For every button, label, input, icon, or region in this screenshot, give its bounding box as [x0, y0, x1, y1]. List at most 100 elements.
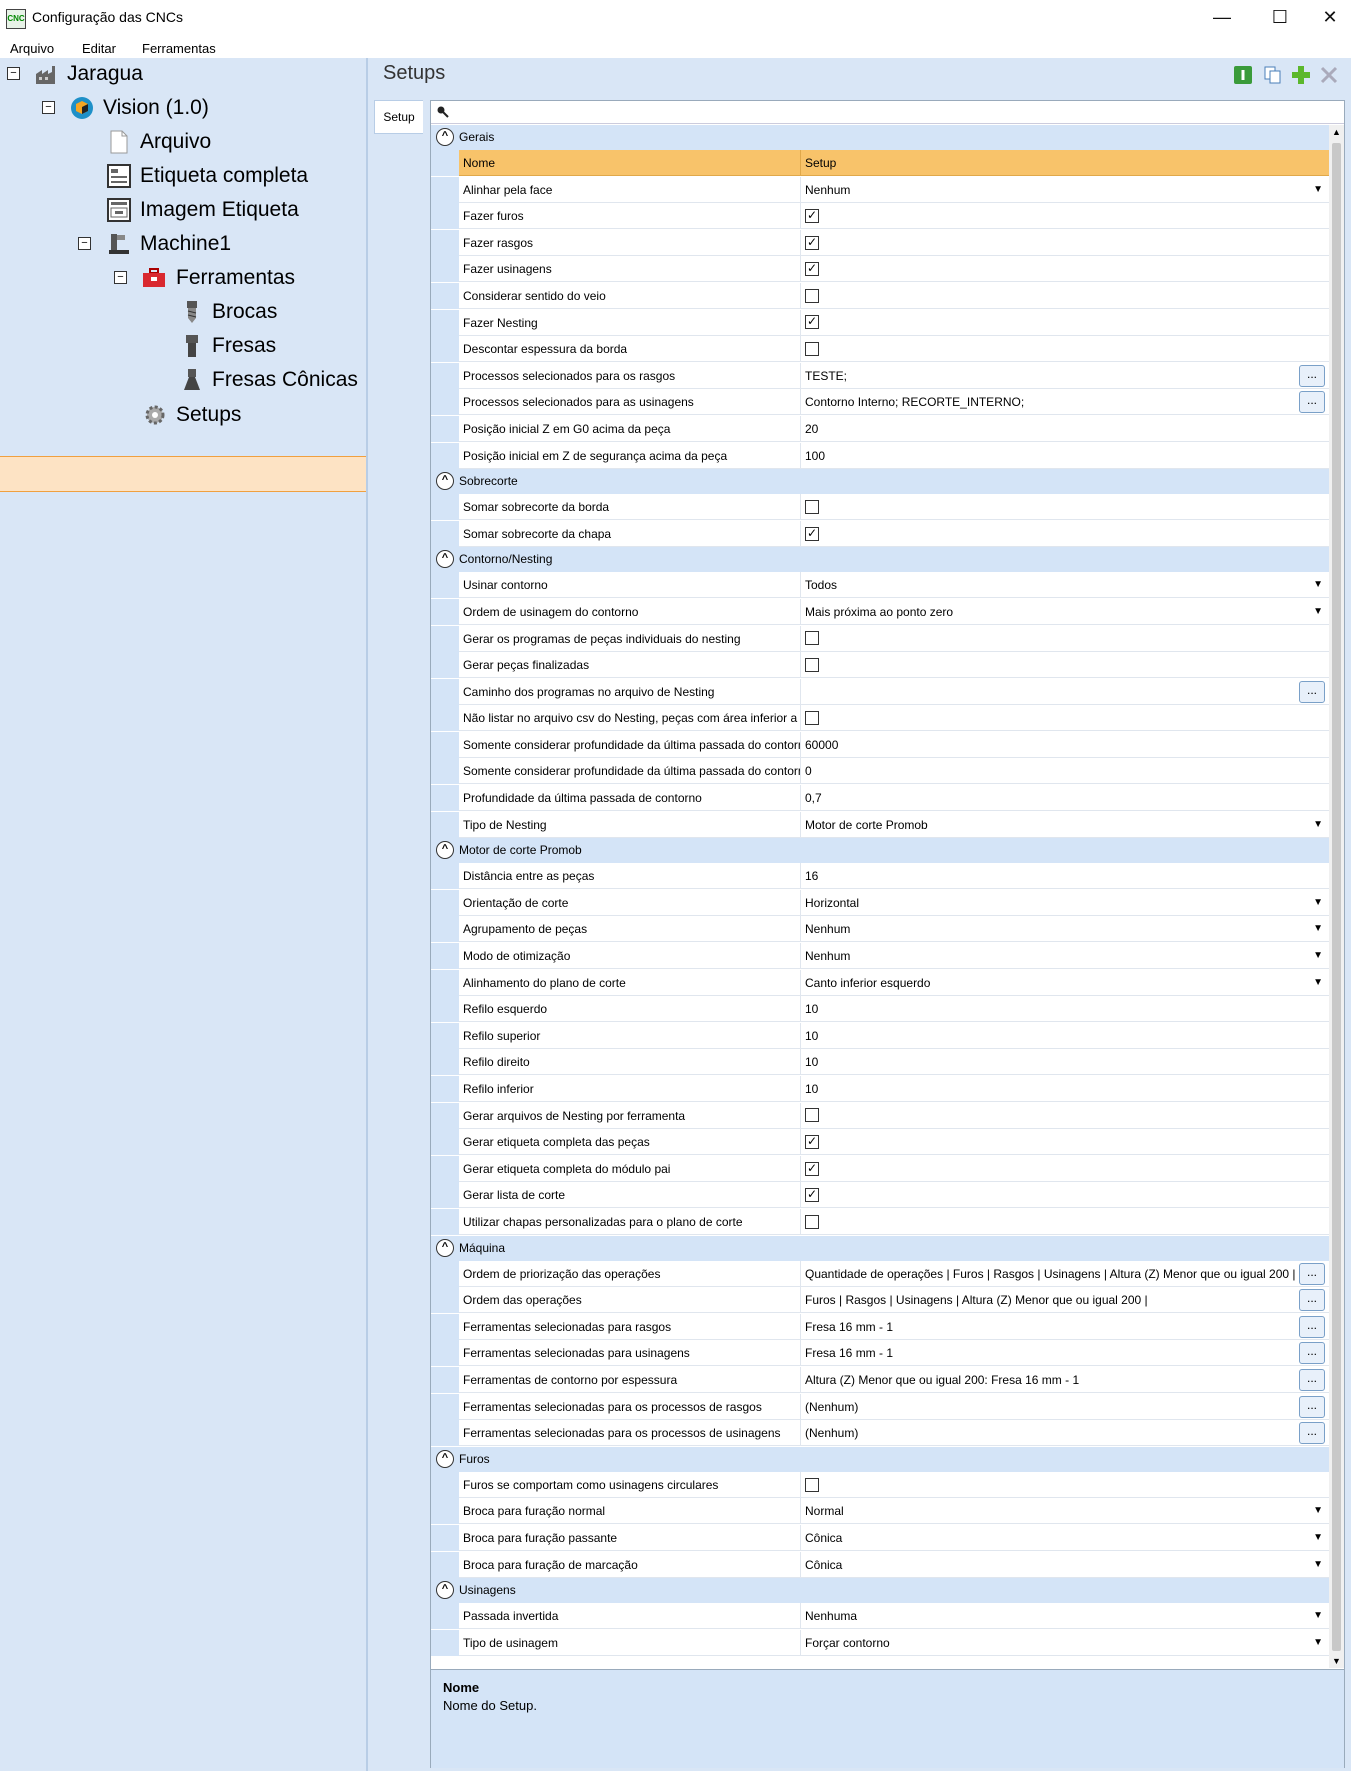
property-row[interactable]: Gerar etiqueta completa do módulo pai ✓	[431, 1155, 1329, 1183]
property-row[interactable]: Fazer rasgos ✓	[431, 229, 1329, 257]
property-value[interactable]: 10	[801, 1023, 1329, 1049]
property-row[interactable]: Somar sobrecorte da borda	[431, 494, 1329, 521]
property-row[interactable]: Broca para furação passante Cônica ▼	[431, 1524, 1329, 1552]
property-row[interactable]: Alinhamento do plano de corte Canto infer…	[431, 969, 1329, 997]
property-row[interactable]: Posição inicial em Z de segurança acima …	[431, 442, 1329, 470]
tree-item-imagem-etiqueta[interactable]: Imagem Etiqueta	[140, 194, 299, 226]
collapse-icon[interactable]: −	[7, 67, 20, 80]
property-row[interactable]: Furos se comportam como usinagens circul…	[431, 1471, 1329, 1499]
property-value[interactable]: Horizontal ▼	[801, 890, 1329, 916]
tree-item-jaragua[interactable]: Jaragua	[67, 58, 143, 90]
category-header[interactable]: ^ Gerais	[431, 125, 1329, 150]
property-row[interactable]: Fazer Nesting ✓	[431, 309, 1329, 337]
scroll-thumb[interactable]	[1332, 143, 1341, 1651]
property-value[interactable]: Forçar contorno ▼	[801, 1630, 1329, 1656]
tree-item-machine1[interactable]: Machine1	[140, 228, 231, 260]
checkbox[interactable]	[805, 631, 819, 646]
property-value[interactable]	[801, 626, 1329, 652]
property-row[interactable]: Ordem de usinagem do contorno Mais próxim…	[431, 598, 1329, 626]
minimize-button[interactable]: —	[1196, 0, 1248, 34]
property-row[interactable]: Gerar os programas de peças individuais …	[431, 625, 1329, 653]
checkbox[interactable]: ✓	[805, 1161, 819, 1176]
property-value[interactable]: ...	[801, 679, 1329, 705]
property-value[interactable]: 10	[801, 1049, 1329, 1076]
property-value[interactable]: ✓	[801, 256, 1329, 283]
property-value[interactable]: Furos | Rasgos | Usinagens | Altura (Z) …	[801, 1287, 1329, 1314]
property-value[interactable]: 0	[801, 758, 1329, 785]
property-row[interactable]: Refilo esquerdo 10	[431, 996, 1329, 1023]
property-row[interactable]: Ferramentas selecionadas para usinagens F…	[431, 1340, 1329, 1367]
property-row[interactable]: Processos selecionados para as usinagens…	[431, 389, 1329, 416]
checkbox[interactable]	[805, 1108, 819, 1123]
property-row[interactable]: Fazer usinagens ✓	[431, 256, 1329, 283]
property-value[interactable]: Nenhum ▼	[801, 916, 1329, 943]
property-row[interactable]: Descontar espessura da borda	[431, 336, 1329, 363]
dropdown-arrow-icon[interactable]: ▼	[1313, 943, 1323, 968]
property-value[interactable]: 16	[801, 863, 1329, 890]
tree-item-brocas[interactable]: Brocas	[212, 296, 277, 328]
property-value[interactable]: Cônica ▼	[801, 1525, 1329, 1551]
menu-ferramentas[interactable]: Ferramentas	[142, 41, 216, 56]
property-value[interactable]	[801, 494, 1329, 521]
property-value[interactable]: ✓	[801, 203, 1329, 230]
collapse-icon[interactable]: −	[78, 237, 91, 250]
property-value[interactable]: Nenhum ▼	[801, 177, 1329, 203]
checkbox[interactable]: ✓	[805, 262, 819, 277]
property-row[interactable]: Posição inicial Z em G0 acima da peça 20	[431, 415, 1329, 443]
property-row[interactable]: Gerar peças finalizadas	[431, 652, 1329, 679]
property-value[interactable]: Setup	[801, 150, 1329, 176]
category-header[interactable]: ^ Máquina	[431, 1235, 1329, 1261]
checkbox[interactable]	[805, 657, 819, 672]
property-row[interactable]: Gerar lista de corte ✓	[431, 1182, 1329, 1209]
dropdown-arrow-icon[interactable]: ▼	[1313, 1498, 1323, 1523]
property-value[interactable]: Todos ▼	[801, 572, 1329, 599]
ellipsis-button[interactable]: ...	[1299, 391, 1325, 414]
dropdown-arrow-icon[interactable]: ▼	[1313, 1630, 1323, 1655]
property-row[interactable]: Somente considerar profundidade da últim…	[431, 758, 1329, 786]
property-value[interactable]: ✓	[801, 230, 1329, 256]
property-row[interactable]: Ferramentas selecionadas para os process…	[431, 1393, 1329, 1421]
checkbox[interactable]	[805, 711, 819, 726]
property-value[interactable]: ✓	[801, 1129, 1329, 1156]
property-row[interactable]: Considerar sentido do veio	[431, 282, 1329, 310]
property-value[interactable]: (Nenhum)...	[801, 1420, 1329, 1447]
property-row[interactable]: Gerar etiqueta completa das peças ✓	[431, 1129, 1329, 1156]
ellipsis-button[interactable]: ...	[1299, 1289, 1325, 1312]
property-value[interactable]: TESTE;...	[801, 363, 1329, 389]
property-row[interactable]: Não listar no arquivo csv do Nesting, pe…	[431, 705, 1329, 732]
checkbox[interactable]: ✓	[805, 526, 819, 541]
ellipsis-button[interactable]: ...	[1299, 1315, 1325, 1338]
property-value[interactable]: 10	[801, 996, 1329, 1023]
ellipsis-button[interactable]: ...	[1299, 1262, 1325, 1285]
property-value[interactable]: Nenhuma ▼	[801, 1603, 1329, 1630]
collapse-icon[interactable]: −	[42, 101, 55, 114]
property-row[interactable]: Ordem das operações Furos | Rasgos | Usin…	[431, 1287, 1329, 1314]
property-row[interactable]: Broca para furação de marcação Cônica ▼	[431, 1551, 1329, 1579]
property-value[interactable]: ✓	[801, 521, 1329, 547]
property-row[interactable]: Somente considerar profundidade da últim…	[431, 731, 1329, 759]
property-row[interactable]: Ordem de priorização das operações Quanti…	[431, 1260, 1329, 1288]
checkbox[interactable]	[805, 1477, 819, 1492]
maximize-button[interactable]: ☐	[1254, 0, 1306, 34]
ellipsis-button[interactable]: ...	[1299, 1342, 1325, 1365]
dropdown-arrow-icon[interactable]: ▼	[1313, 177, 1323, 202]
tree-item-ferramentas[interactable]: Ferramentas	[176, 262, 295, 294]
property-value[interactable]: Fresa 16 mm - 1...	[801, 1340, 1329, 1367]
menu-editar[interactable]: Editar	[82, 41, 116, 56]
property-value[interactable]	[801, 705, 1329, 732]
collapse-circle-icon[interactable]: ^	[436, 1581, 454, 1600]
dropdown-arrow-icon[interactable]: ▼	[1313, 916, 1323, 941]
property-value[interactable]: Cônica ▼	[801, 1552, 1329, 1578]
property-value[interactable]: Nenhum ▼	[801, 943, 1329, 970]
add-icon[interactable]	[1292, 66, 1310, 84]
property-row[interactable]: Passada invertida Nenhuma ▼	[431, 1603, 1329, 1630]
property-value[interactable]: 20	[801, 416, 1329, 442]
scroll-up-icon[interactable]: ▲	[1332, 127, 1341, 137]
tree-item-setups[interactable]: Setups	[176, 399, 241, 431]
property-row[interactable]: Profundidade da última passada de contor…	[431, 785, 1329, 812]
property-row[interactable]: Orientação de corte Horizontal ▼	[431, 889, 1329, 917]
menu-arquivo[interactable]: Arquivo	[10, 41, 54, 56]
copy-icon[interactable]	[1264, 66, 1282, 84]
property-row[interactable]: Usinar contorno Todos ▼	[431, 572, 1329, 599]
checkbox[interactable]	[805, 1214, 819, 1229]
